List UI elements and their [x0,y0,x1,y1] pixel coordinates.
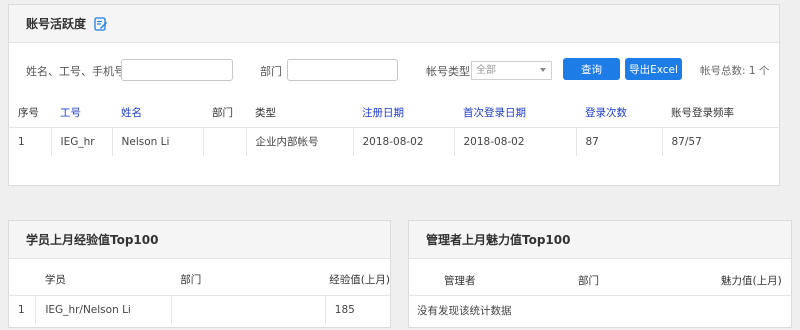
query-button[interactable]: 查询 [563,58,620,80]
cell-login-count: 87 [576,126,663,156]
table-header-row: 序号 工号 姓名 部门 类型 注册日期 首次登录日期 登录次数 账号登录频率 [9,98,779,127]
cell-dept [203,126,247,156]
cell-index: 1 [9,126,52,156]
panel-title: 账号活跃度 [26,17,87,31]
panel-header: 管理者上月魅力值Top100 [409,221,791,259]
table-header-row: 管理者 部门 魅力值(上月) [409,265,791,295]
cell-employee-id: IEG_hr [51,126,113,156]
col-index: 序号 [18,106,39,119]
col-learner: 学员 [44,274,66,287]
col-dept: 部门 [180,274,202,287]
cell-exp: 185 [325,294,390,324]
col-dept: 部门 [578,274,599,287]
chevron-down-icon [540,68,546,72]
cell-type: 企业内部帐号 [246,126,354,156]
col-exp: 经验值(上月) [329,274,390,287]
edit-icon[interactable] [94,16,108,31]
name-search-input[interactable] [121,59,233,81]
account-type-label: 帐号类型 [426,65,470,78]
cell-name: Nelson Li [112,126,204,156]
exp-table: 学员 部门 经验值(上月) 1 IEG_hr/Nelson Li 185 [9,265,390,324]
account-total: 帐号总数: 1 个 [700,65,770,77]
cell-first-login: 2018-08-02 [454,126,577,156]
col-type: 类型 [255,106,276,119]
cell-learner: IEG_hr/Nelson Li [35,294,172,324]
col-charm: 魅力值(上月) [721,274,782,287]
col-register-date[interactable]: 注册日期 [353,98,454,127]
account-activity-panel: 账号活跃度 姓名、工号、手机号 部门 帐号类型 全部 查询 导出Excel 帐号… [8,4,780,186]
table-header-row: 学员 部门 经验值(上月) [9,265,390,295]
dept-filter-label: 部门 [260,65,282,78]
col-login-count[interactable]: 登录次数 [576,98,662,127]
panel-title: 学员上月经验值Top100 [26,233,159,247]
cell-index: 1 [9,294,37,324]
filter-bar: 姓名、工号、手机号 部门 帐号类型 全部 查询 导出Excel 帐号总数: 1 … [9,58,779,82]
panel-header: 学员上月经验值Top100 [9,221,390,259]
col-name[interactable]: 姓名 [112,98,203,127]
col-dept: 部门 [212,106,233,119]
cell-register-date: 2018-08-02 [353,126,455,156]
export-excel-button[interactable]: 导出Excel [625,58,682,80]
empty-message: 没有发现该统计数据 [409,295,791,325]
activity-table: 序号 工号 姓名 部门 类型 注册日期 首次登录日期 登录次数 账号登录频率 1… [9,98,779,156]
panel-header: 账号活跃度 [9,5,779,43]
col-employee-id[interactable]: 工号 [51,98,112,127]
manager-charm-panel: 管理者上月魅力值Top100 管理者 部门 魅力值(上月) 没有发现该统计数据 [408,220,792,328]
cell-login-frequency: 87/57 [662,126,779,156]
dept-input[interactable] [287,59,398,81]
account-type-select[interactable]: 全部 [471,61,552,80]
col-first-login[interactable]: 首次登录日期 [454,98,576,127]
col-manager: 管理者 [444,274,476,287]
table-row: 1 IEG_hr Nelson Li 企业内部帐号 2018-08-02 201… [9,126,779,156]
col-login-frequency: 账号登录频率 [671,106,734,119]
panel-title: 管理者上月魅力值Top100 [426,233,571,247]
name-filter-label: 姓名、工号、手机号 [26,65,125,78]
learner-exp-panel: 学员上月经验值Top100 学员 部门 经验值(上月) 1 IEG_hr/Nel… [8,220,391,328]
table-row: 1 IEG_hr/Nelson Li 185 [9,294,390,324]
account-type-value: 全部 [476,65,496,76]
cell-dept [171,294,326,324]
charm-table: 管理者 部门 魅力值(上月) [409,265,791,295]
col-index [9,265,36,295]
